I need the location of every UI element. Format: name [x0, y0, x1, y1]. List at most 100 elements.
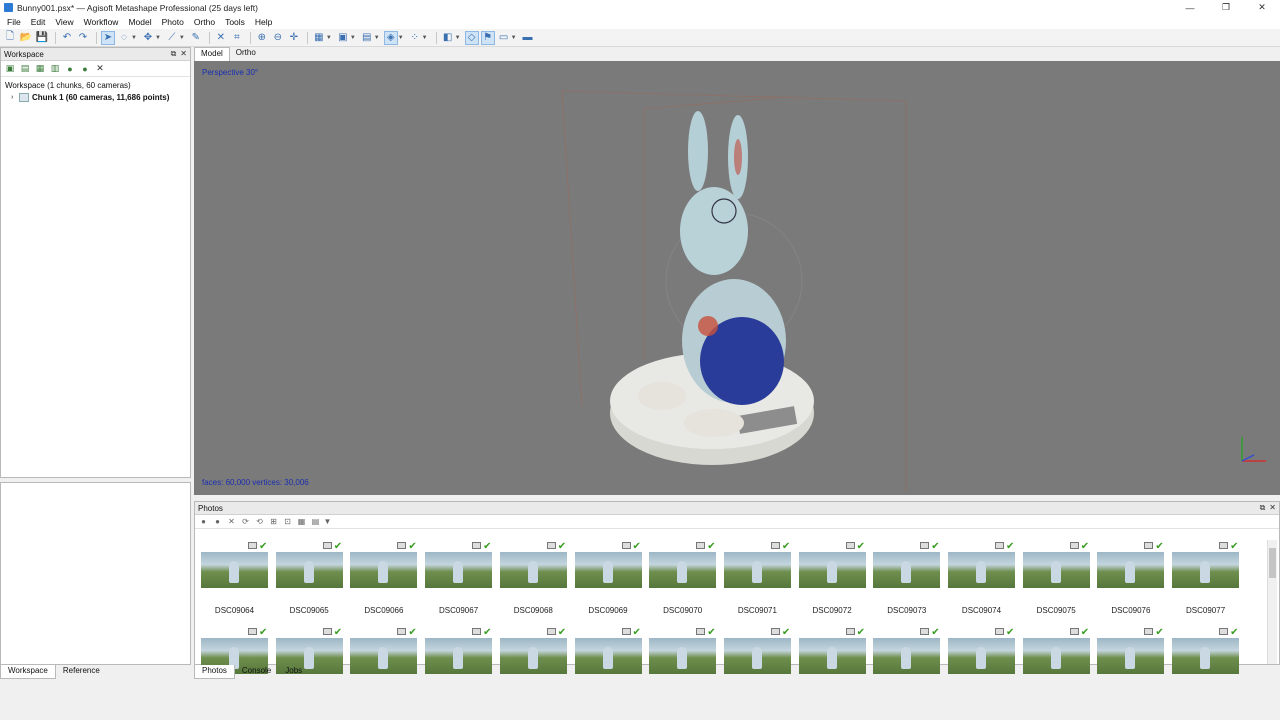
chevron-down-icon[interactable]: ▼	[326, 35, 332, 41]
tab-ortho[interactable]: Ortho	[230, 47, 262, 61]
photo-thumbnail[interactable]: ✔	[1097, 628, 1165, 674]
model-viewport[interactable]: Perspective 30° faces: 60,000 vertices: …	[194, 61, 1280, 495]
photo-thumbnail[interactable]: ✔ DSC09076	[1097, 542, 1165, 615]
menu-tools[interactable]: Tools	[220, 17, 250, 27]
photo-thumbnail[interactable]: ✔	[350, 628, 418, 674]
selection-icon[interactable]: ◌	[117, 31, 131, 45]
photo-thumbnail[interactable]: ✔ DSC09071	[723, 542, 791, 615]
photo-thumbnail[interactable]: ✔ DSC09066	[350, 542, 418, 615]
dense-cloud-icon[interactable]: ⁘	[408, 31, 422, 45]
add-chunk-icon[interactable]: ▣	[4, 63, 16, 75]
show-shapes-icon[interactable]: ▭	[497, 31, 511, 45]
chevron-down-icon[interactable]: ▼	[422, 35, 428, 41]
chevron-down-icon[interactable]: ▼	[131, 35, 137, 41]
model-view-icon[interactable]: ▦	[312, 31, 326, 45]
navigation-cursor-icon[interactable]: ➤	[101, 30, 115, 45]
display-options-icon[interactable]: ▦	[296, 516, 307, 527]
tab-model[interactable]: Model	[194, 47, 230, 61]
photo-thumbnail[interactable]: ✔ DSC09074	[948, 542, 1015, 615]
tab-jobs[interactable]: Jobs	[278, 665, 309, 679]
ruler-icon[interactable]: ⟋	[165, 31, 179, 45]
photo-thumbnail[interactable]: ✔	[499, 628, 567, 674]
menu-help[interactable]: Help	[250, 17, 277, 27]
photo-thumbnail[interactable]: ✔ DSC09068	[499, 542, 567, 615]
tab-photos[interactable]: Photos	[194, 665, 235, 679]
open-folder-icon[interactable]: 📂	[19, 31, 33, 45]
chevron-down-icon[interactable]: ▼	[322, 516, 333, 527]
tab-console[interactable]: Console	[235, 665, 278, 679]
photo-thumbnail[interactable]: ✔ DSC09077	[1172, 542, 1240, 615]
float-panel-icon[interactable]: ⧉	[171, 49, 177, 59]
menu-file[interactable]: File	[2, 17, 26, 27]
remove-camera-icon[interactable]: ✕	[226, 516, 237, 527]
disable-camera-icon[interactable]: ●	[212, 516, 223, 527]
menu-photo[interactable]: Photo	[157, 17, 189, 27]
chevron-down-icon[interactable]: ▼	[155, 35, 161, 41]
photo-thumbnail[interactable]: ✔ DSC09065	[275, 542, 343, 615]
zoom-in-icon[interactable]: ⊕	[255, 31, 269, 45]
reset-filter-icon[interactable]: ⟲	[254, 516, 265, 527]
show-basemap-icon[interactable]: ▬	[521, 31, 535, 45]
photo-thumbnail[interactable]: ✔	[1022, 628, 1090, 674]
photo-thumbnail[interactable]: ✔ DSC09064	[201, 542, 268, 615]
menu-edit[interactable]: Edit	[26, 17, 51, 27]
undo-icon[interactable]: ↶	[60, 31, 74, 45]
menu-model[interactable]: Model	[123, 17, 156, 27]
show-region-icon[interactable]: ◇	[464, 30, 479, 45]
tab-reference[interactable]: Reference	[56, 665, 107, 679]
workspace-root-item[interactable]: Workspace (1 chunks, 60 cameras)	[5, 79, 186, 91]
pencil-icon[interactable]: ✎	[189, 31, 203, 45]
shading-icon[interactable]: ▣	[336, 31, 350, 45]
chevron-down-icon[interactable]: ▼	[179, 35, 185, 41]
chevron-down-icon[interactable]: ▼	[374, 35, 380, 41]
add-photos-icon[interactable]: ▤	[19, 63, 31, 75]
menu-workflow[interactable]: Workflow	[79, 17, 124, 27]
photos-scrollbar[interactable]	[1267, 540, 1277, 664]
photo-thumbnail[interactable]: ✔ DSC09070	[649, 542, 717, 615]
chevron-down-icon[interactable]: ▼	[455, 35, 461, 41]
restore-icon[interactable]: ❐	[1208, 0, 1244, 15]
remove-items-icon[interactable]: ✕	[94, 63, 106, 75]
chunk-item[interactable]: › Chunk 1 (60 cameras, 11,686 points)	[5, 91, 186, 103]
zoom-out-icon[interactable]: ⊖	[271, 31, 285, 45]
disable-icon[interactable]: ●	[79, 63, 91, 75]
crop-icon[interactable]: ⌗	[230, 31, 244, 45]
photo-thumbnail[interactable]: ✔	[425, 628, 493, 674]
close-panel-icon[interactable]: ✕	[180, 49, 187, 59]
chevron-down-icon[interactable]: ▼	[398, 35, 404, 41]
chevron-down-icon[interactable]: ▼	[350, 35, 356, 41]
tab-workspace[interactable]: Workspace	[0, 665, 56, 679]
photo-thumbnail[interactable]: ✔	[649, 628, 717, 674]
textured-model-icon[interactable]: ◈	[383, 30, 398, 45]
chevron-down-icon[interactable]: ▼	[511, 35, 517, 41]
photo-thumbnail[interactable]: ✔	[1172, 628, 1240, 674]
expand-arrow-icon[interactable]: ›	[11, 94, 19, 101]
enable-icon[interactable]: ●	[64, 63, 76, 75]
reset-view-icon[interactable]: ⊡	[282, 516, 293, 527]
photo-thumbnail[interactable]: ✔ DSC09073	[873, 542, 941, 615]
menu-view[interactable]: View	[50, 17, 78, 27]
show-cameras-icon[interactable]: ◧	[441, 31, 455, 45]
photo-thumbnail[interactable]: ✔	[723, 628, 791, 674]
rotate-photo-icon[interactable]: ⟳	[240, 516, 251, 527]
menu-ortho[interactable]: Ortho	[189, 17, 220, 27]
delete-selection-icon[interactable]: ✕	[214, 31, 228, 45]
add-marker-icon[interactable]: ▥	[49, 63, 61, 75]
close-icon[interactable]: ✕	[1244, 0, 1280, 15]
photo-thumbnail[interactable]: ✔ DSC09069	[574, 542, 642, 615]
reset-view-icon[interactable]: ✛	[287, 31, 301, 45]
scrollbar-thumb[interactable]	[1269, 548, 1276, 578]
add-folder-icon[interactable]: ▦	[34, 63, 46, 75]
photo-thumbnail[interactable]: ✔	[574, 628, 642, 674]
minimize-icon[interactable]: —	[1172, 0, 1208, 15]
photo-thumbnail[interactable]: ✔ DSC09072	[798, 542, 866, 615]
filter-by-point-icon[interactable]: ⊞	[268, 516, 279, 527]
show-markers-icon[interactable]: ⚑	[480, 30, 495, 45]
photo-thumbnail[interactable]: ✔	[948, 628, 1015, 674]
close-panel-icon[interactable]: ✕	[1269, 503, 1276, 513]
photo-thumbnail[interactable]: ✔	[873, 628, 941, 674]
view-mode-icon[interactable]: ▤	[310, 516, 321, 527]
redo-icon[interactable]: ↷	[76, 31, 90, 45]
move-object-icon[interactable]: ✥	[141, 31, 155, 45]
photo-thumbnail[interactable]: ✔ DSC09075	[1022, 542, 1090, 615]
